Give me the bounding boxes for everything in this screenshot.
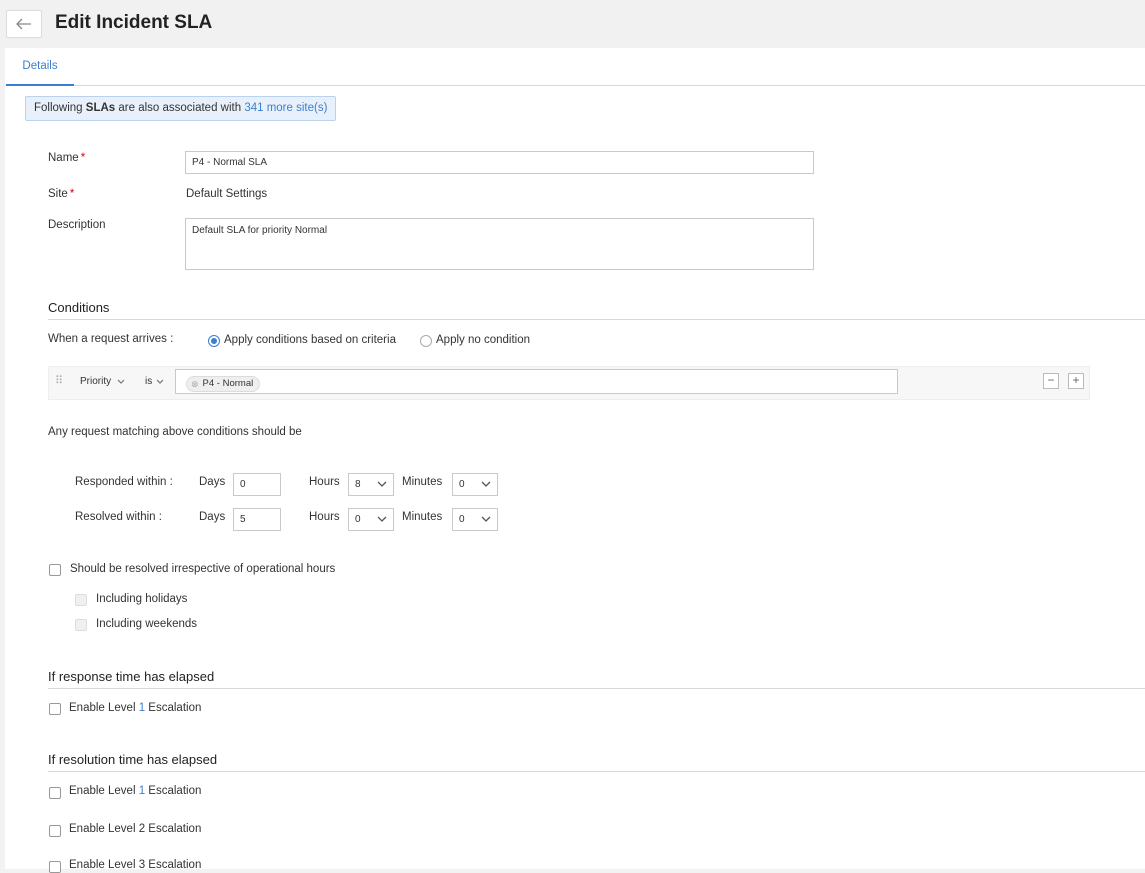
irrespective-hours-label[interactable]: Should be resolved irrespective of opera… [70,563,335,575]
criteria-value-chip: ⊗ P4 - Normal [186,376,261,392]
responded-days-label: Days [199,476,226,488]
responded-hours-label: Hours [309,476,340,488]
conditions-title: Conditions [48,300,110,315]
responded-minutes-select[interactable]: 0 [452,473,498,496]
resolution-level2-checkbox[interactable] [49,825,61,837]
criteria-operator-select[interactable]: is [145,376,164,387]
irrespective-hours-checkbox[interactable] [49,564,61,576]
main-panel: Details Following SLAs are also associat… [5,48,1145,873]
description-label: Description [48,219,106,231]
responded-days-input[interactable]: 0 [233,473,281,496]
criteria-field-select[interactable]: Priority [80,376,125,387]
resolved-label: Resolved within : [75,511,162,523]
chevron-down-icon [377,516,387,522]
name-field[interactable]: P4 - Normal SLA [185,151,814,174]
condition-row: ⠿ Priority is ⊗ P4 - Normal − + [48,366,1090,400]
resolved-hours-label: Hours [309,511,340,523]
resolution-level2-label[interactable]: Enable Level 2 Escalation [69,823,201,835]
back-button[interactable] [6,10,42,38]
resolution-elapsed-divider [48,771,1145,772]
chevron-down-icon [117,379,125,384]
remove-chip-icon[interactable]: ⊗ [191,377,199,391]
including-holidays-checkbox [75,594,87,606]
tab-details[interactable]: Details [6,48,74,86]
responded-hours-select[interactable]: 8 [348,473,394,496]
name-label: Name * [48,152,86,164]
banner-middle: are also associated with [115,102,245,114]
including-weekends-checkbox [75,619,87,631]
site-value: Default Settings [186,188,268,200]
criteria-value-field[interactable]: ⊗ P4 - Normal [175,369,898,394]
add-condition-button[interactable]: + [1068,373,1084,389]
responded-minutes-label: Minutes [402,476,443,488]
including-holidays-label: Including holidays [96,593,188,605]
resolution-level1-checkbox[interactable] [49,787,61,799]
header-bar: Edit Incident SLA [0,0,1145,48]
resolved-minutes-label: Minutes [402,511,443,523]
resolution-elapsed-title: If resolution time has elapsed [48,752,218,767]
chevron-down-icon [481,481,491,487]
resolution-level1-label[interactable]: Enable Level 1 Escalation [69,785,201,797]
responded-label: Responded within : [75,476,173,488]
radio-apply-no-condition[interactable] [420,335,432,347]
more-sites-link[interactable]: 341 more site(s) [244,102,327,114]
resolved-hours-select[interactable]: 0 [348,508,394,531]
description-field[interactable]: Default SLA for priority Normal [185,218,814,270]
when-label: When a request arrives : [48,333,174,345]
resolution-level3-checkbox[interactable] [49,861,61,873]
chevron-down-icon [481,516,491,522]
matching-text: Any request matching above conditions sh… [48,426,302,438]
tab-bar: Details [5,48,1145,86]
response-level1-label[interactable]: Enable Level 1 Escalation [69,702,201,714]
arrow-left-icon [16,18,31,30]
apply-no-condition-label[interactable]: Apply no condition [436,334,530,346]
resolution-level3-label[interactable]: Enable Level 3 Escalation [69,859,201,871]
remove-condition-button[interactable]: − [1043,373,1059,389]
response-elapsed-title: If response time has elapsed [48,669,215,684]
chevron-down-icon [156,379,164,384]
resolved-days-label: Days [199,511,226,523]
site-label: Site * [48,188,75,200]
response-level1-checkbox[interactable] [49,703,61,715]
banner-prefix: Following [34,102,86,114]
including-weekends-label: Including weekends [96,618,198,630]
drag-handle-icon[interactable]: ⠿ [55,374,63,387]
resolved-minutes-select[interactable]: 0 [452,508,498,531]
radio-apply-criteria[interactable] [208,335,220,347]
page-title: Edit Incident SLA [55,12,213,33]
chevron-down-icon [377,481,387,487]
conditions-divider [48,319,1145,320]
info-banner: Following SLAs are also associated with … [25,96,337,121]
apply-criteria-label[interactable]: Apply conditions based on criteria [224,334,396,346]
resolved-days-input[interactable]: 5 [233,508,281,531]
response-elapsed-divider [48,688,1145,689]
banner-bold: SLAs [85,102,116,114]
